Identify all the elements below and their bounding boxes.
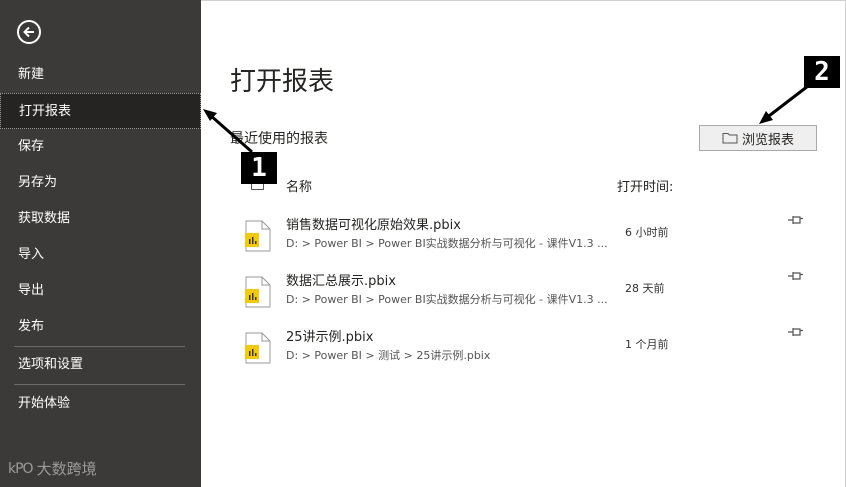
annotation-arrows xyxy=(203,84,809,154)
step-badge-1: 1 xyxy=(241,152,277,184)
step-badge-2: 2 xyxy=(804,56,840,88)
